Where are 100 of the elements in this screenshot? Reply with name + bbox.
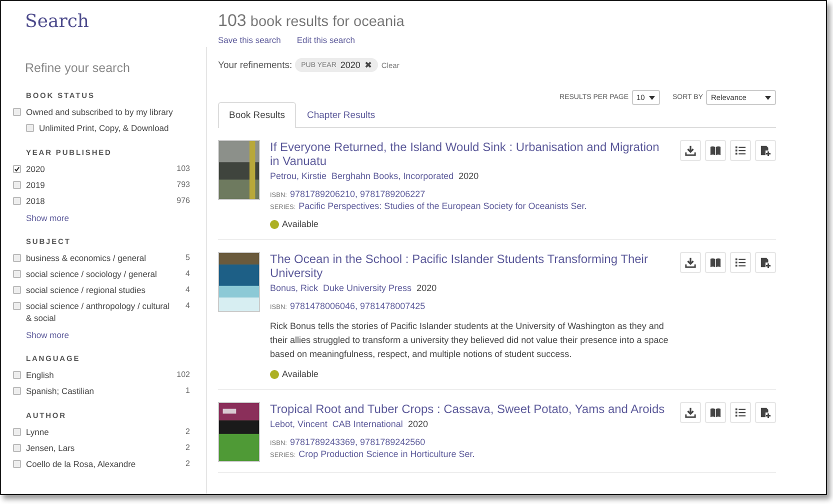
author-link[interactable]: Lebot, Vincent bbox=[270, 419, 328, 429]
author-link[interactable]: Petrou, Kirstie bbox=[270, 171, 327, 181]
read-button[interactable] bbox=[705, 140, 726, 161]
add-document-icon bbox=[760, 407, 771, 418]
availability-status: Available bbox=[282, 219, 318, 229]
facet-option[interactable]: English bbox=[26, 369, 172, 381]
facet-option[interactable]: Spanish; Castilian bbox=[26, 385, 172, 397]
download-button[interactable] bbox=[680, 252, 701, 273]
checkbox[interactable] bbox=[13, 286, 21, 294]
checkbox[interactable] bbox=[13, 302, 21, 310]
facet-count: 2 bbox=[184, 442, 190, 454]
contents-button[interactable] bbox=[730, 252, 751, 273]
download-icon bbox=[685, 407, 696, 418]
show-more-link[interactable]: Show more bbox=[26, 330, 206, 340]
isbn-value: 9781789206210, 9781789206227 bbox=[290, 189, 426, 199]
facet-count: 793 bbox=[176, 179, 190, 191]
results-heading: book results for oceania bbox=[250, 14, 404, 30]
checkbox[interactable] bbox=[13, 108, 21, 116]
result-count: 103 bbox=[218, 11, 246, 31]
checkbox[interactable] bbox=[26, 124, 34, 132]
read-button[interactable] bbox=[705, 252, 726, 273]
facet-option[interactable]: business & economics / general bbox=[26, 252, 172, 264]
facet-count: 2 bbox=[184, 426, 190, 438]
isbn-value: 9781478006046, 9781478007425 bbox=[290, 301, 426, 311]
book-title-link[interactable]: If Everyone Returned, the Island Would Sink : Urbanisation and Migration in Vanuatu bbox=[270, 140, 665, 168]
facet-count: 5 bbox=[184, 252, 190, 264]
availability-dot bbox=[270, 370, 279, 378]
facet-option[interactable]: social science / sociology / general bbox=[26, 268, 172, 280]
chip-value: 2020 bbox=[340, 60, 360, 70]
checkbox[interactable] bbox=[13, 181, 21, 189]
facet-option[interactable]: Unlimited Print, Copy, & Download bbox=[39, 122, 190, 134]
checkbox[interactable] bbox=[13, 165, 21, 173]
checkbox[interactable] bbox=[13, 444, 21, 452]
caret-icon bbox=[765, 96, 771, 100]
facet-option[interactable]: social science / anthropology / cultural & social bbox=[26, 300, 172, 324]
series-link[interactable]: Pacific Perspectives: Studies of the European Society for Oceanists Ser. bbox=[298, 201, 587, 211]
show-more-link[interactable]: Show more bbox=[26, 213, 206, 223]
download-button[interactable] bbox=[680, 140, 701, 161]
facet-option[interactable]: 2019 bbox=[26, 179, 172, 191]
list-icon bbox=[735, 257, 746, 268]
checkbox[interactable] bbox=[13, 254, 21, 262]
year: 2020 bbox=[408, 419, 428, 429]
checkbox[interactable] bbox=[13, 387, 21, 395]
facet-count: 102 bbox=[176, 369, 190, 381]
isbn-value: 9781789243369, 9781789242560 bbox=[290, 437, 426, 447]
add-document-icon bbox=[760, 145, 771, 156]
checkbox[interactable] bbox=[13, 460, 21, 468]
checkbox[interactable] bbox=[13, 270, 21, 278]
page-title: Search bbox=[25, 11, 90, 34]
book-icon bbox=[710, 407, 721, 418]
read-button[interactable] bbox=[705, 402, 726, 423]
facet-count: 4 bbox=[184, 300, 190, 312]
checkbox[interactable] bbox=[13, 428, 21, 436]
facet-option[interactable]: 2020 bbox=[26, 163, 172, 175]
availability-dot bbox=[270, 220, 279, 228]
publisher-link[interactable]: Berghahn Books, Incorporated bbox=[332, 171, 454, 181]
download-button[interactable] bbox=[680, 402, 701, 423]
year: 2020 bbox=[416, 283, 437, 293]
facet-option[interactable]: Coello de la Rosa, Alexandre bbox=[26, 458, 172, 470]
availability-status: Available bbox=[282, 369, 318, 379]
add-button[interactable] bbox=[755, 402, 776, 423]
facet-option[interactable]: 2018 bbox=[26, 195, 172, 207]
results-tab[interactable]: Chapter Results bbox=[296, 102, 386, 128]
remove-icon[interactable]: ✖ bbox=[364, 60, 372, 70]
refine-heading: Refine your search bbox=[25, 61, 131, 75]
facet-option[interactable]: Jensen, Lars bbox=[26, 442, 172, 454]
facet-count: 2 bbox=[184, 458, 190, 470]
facet-count: 1 bbox=[184, 385, 190, 397]
search-link[interactable]: Save this search bbox=[218, 35, 281, 45]
contents-button[interactable] bbox=[730, 140, 751, 161]
year: 2020 bbox=[458, 171, 479, 181]
caret-icon bbox=[648, 96, 655, 100]
add-button[interactable] bbox=[755, 140, 776, 161]
facet-option[interactable]: social science / regional studies bbox=[26, 284, 172, 296]
book-description: Rick Bonus tells the stories of Pacific Islander students at the University of Washington as they and their allies struggled to transform a university they believed did not value their presence into a space based on meaningfulness, respect, and multiple notions of student success. bbox=[270, 320, 670, 361]
book-icon bbox=[710, 145, 721, 156]
download-icon bbox=[685, 145, 696, 156]
facet-option[interactable]: Owned and subscribed to by my library bbox=[26, 106, 190, 118]
results-tab[interactable]: Book Results bbox=[218, 102, 296, 128]
add-document-icon bbox=[760, 257, 771, 268]
author-link[interactable]: Bonus, Rick bbox=[270, 283, 318, 293]
add-button[interactable] bbox=[755, 252, 776, 273]
list-icon bbox=[735, 407, 746, 418]
series-link[interactable]: Crop Production Science in Horticulture Ser. bbox=[298, 449, 475, 459]
publisher-link[interactable]: Duke University Press bbox=[323, 283, 412, 293]
checkbox[interactable] bbox=[13, 197, 21, 205]
facet-option[interactable]: Lynne bbox=[26, 426, 172, 438]
facet-count: 4 bbox=[184, 268, 190, 280]
publisher-link[interactable]: CAB International bbox=[332, 419, 403, 429]
search-link[interactable]: Edit this search bbox=[296, 35, 355, 45]
facet-count: 976 bbox=[176, 195, 190, 207]
book-title-link[interactable]: Tropical Root and Tuber Crops : Cassava, Sweet Potato, Yams and Aroids bbox=[270, 402, 665, 416]
checkbox[interactable] bbox=[13, 371, 21, 379]
book-icon bbox=[710, 257, 721, 268]
facet-count: 4 bbox=[184, 284, 190, 296]
facet-count: 103 bbox=[176, 163, 190, 175]
book-title-link[interactable]: The Ocean in the School : Pacific Islander Students Transforming Their University bbox=[270, 252, 665, 280]
download-icon bbox=[685, 257, 696, 268]
list-icon bbox=[735, 145, 746, 156]
contents-button[interactable] bbox=[730, 402, 751, 423]
